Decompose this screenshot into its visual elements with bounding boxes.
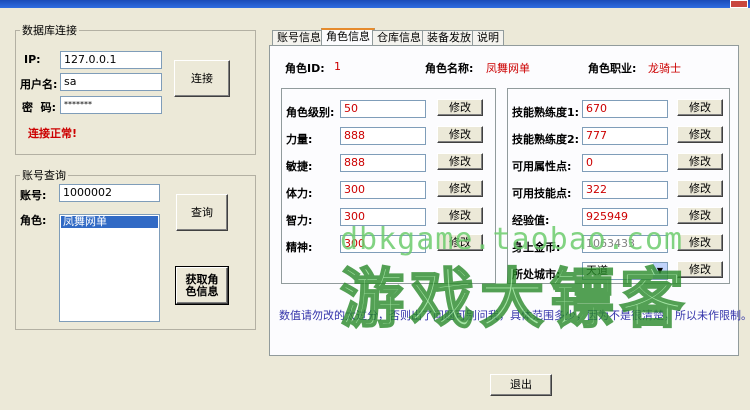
account-input[interactable]: 1000002 bbox=[59, 184, 160, 202]
strength-input[interactable]: 888 bbox=[340, 127, 426, 145]
skill-proficiency2-modify-button[interactable]: 修改 bbox=[677, 126, 723, 143]
skill-points-label: 可用技能点: bbox=[512, 187, 572, 200]
tab-account-info[interactable]: 账号信息 bbox=[272, 30, 326, 45]
role-name-label: 角色名称: bbox=[425, 62, 474, 75]
role-class-value: 龙骑士 bbox=[648, 62, 681, 75]
agility-input[interactable]: 888 bbox=[340, 154, 426, 172]
role-label: 角色: bbox=[20, 214, 47, 227]
query-button[interactable]: 查询 bbox=[176, 194, 228, 231]
level-modify-button[interactable]: 修改 bbox=[437, 99, 483, 116]
attribute-points-label: 可用属性点: bbox=[512, 160, 572, 173]
level-input[interactable]: 50 bbox=[340, 100, 426, 118]
ip-label: IP: bbox=[24, 53, 41, 66]
skill-proficiency2-input[interactable]: 777 bbox=[582, 127, 668, 145]
attribute-points-input[interactable]: 0 bbox=[582, 154, 668, 172]
exit-button[interactable]: 退出 bbox=[490, 374, 552, 396]
username-input[interactable]: sa bbox=[60, 73, 162, 91]
role-listbox[interactable]: 凤舞网单 bbox=[59, 214, 160, 322]
agility-label: 敏捷: bbox=[286, 160, 313, 173]
vitality-input[interactable]: 300 bbox=[340, 181, 426, 199]
experience-modify-button[interactable]: 修改 bbox=[677, 207, 723, 224]
level-label: 角色级别: bbox=[286, 106, 335, 119]
skill-proficiency2-label: 技能熟练度2: bbox=[512, 133, 580, 146]
skill-proficiency1-input[interactable]: 670 bbox=[582, 100, 668, 118]
skill-points-modify-button[interactable]: 修改 bbox=[677, 180, 723, 197]
db-connection-legend: 数据库连接 bbox=[22, 24, 77, 37]
watermark-name: 游戏大镖客 bbox=[339, 262, 690, 338]
vitality-modify-button[interactable]: 修改 bbox=[437, 180, 483, 197]
tab-role-info[interactable]: 角色信息 bbox=[321, 28, 375, 46]
account-query-legend: 账号查询 bbox=[22, 169, 66, 182]
ip-input[interactable]: 127.0.0.1 bbox=[60, 51, 162, 69]
role-class-label: 角色职业: bbox=[588, 62, 637, 75]
password-input[interactable]: ******* bbox=[60, 96, 162, 114]
agility-modify-button[interactable]: 修改 bbox=[437, 153, 483, 170]
tab-equipment-issue[interactable]: 装备发放 bbox=[422, 30, 476, 45]
main-window: { "db": { "legend": "数据库连接", "ip_label":… bbox=[0, 0, 750, 410]
role-list-item[interactable]: 凤舞网单 bbox=[61, 216, 158, 228]
skill-proficiency1-label: 技能熟练度1: bbox=[512, 106, 580, 119]
tab-warehouse-info[interactable]: 仓库信息 bbox=[372, 30, 426, 45]
close-icon[interactable] bbox=[730, 0, 748, 8]
tab-instructions[interactable]: 说明 bbox=[472, 30, 504, 45]
connection-status: 连接正常! bbox=[28, 127, 78, 140]
vitality-label: 体力: bbox=[286, 187, 313, 200]
skill-points-input[interactable]: 322 bbox=[582, 181, 668, 199]
get-role-info-button[interactable]: 获取角色信息 bbox=[175, 266, 229, 305]
spirit-label: 精神: bbox=[286, 241, 313, 254]
strength-modify-button[interactable]: 修改 bbox=[437, 126, 483, 143]
password-label: 密 码: bbox=[22, 101, 57, 114]
attribute-points-modify-button[interactable]: 修改 bbox=[677, 153, 723, 170]
strength-label: 力量: bbox=[286, 133, 313, 146]
role-id-label: 角色ID: bbox=[285, 62, 325, 75]
skill-proficiency1-modify-button[interactable]: 修改 bbox=[677, 99, 723, 116]
role-id-value: 1 bbox=[334, 60, 341, 73]
account-label: 账号: bbox=[20, 189, 47, 202]
title-bar bbox=[0, 0, 750, 8]
username-label: 用户名: bbox=[20, 78, 58, 91]
intelligence-label: 智力: bbox=[286, 214, 313, 227]
role-name-value: 凤舞网单 bbox=[486, 62, 530, 75]
connect-button[interactable]: 连接 bbox=[174, 60, 230, 97]
